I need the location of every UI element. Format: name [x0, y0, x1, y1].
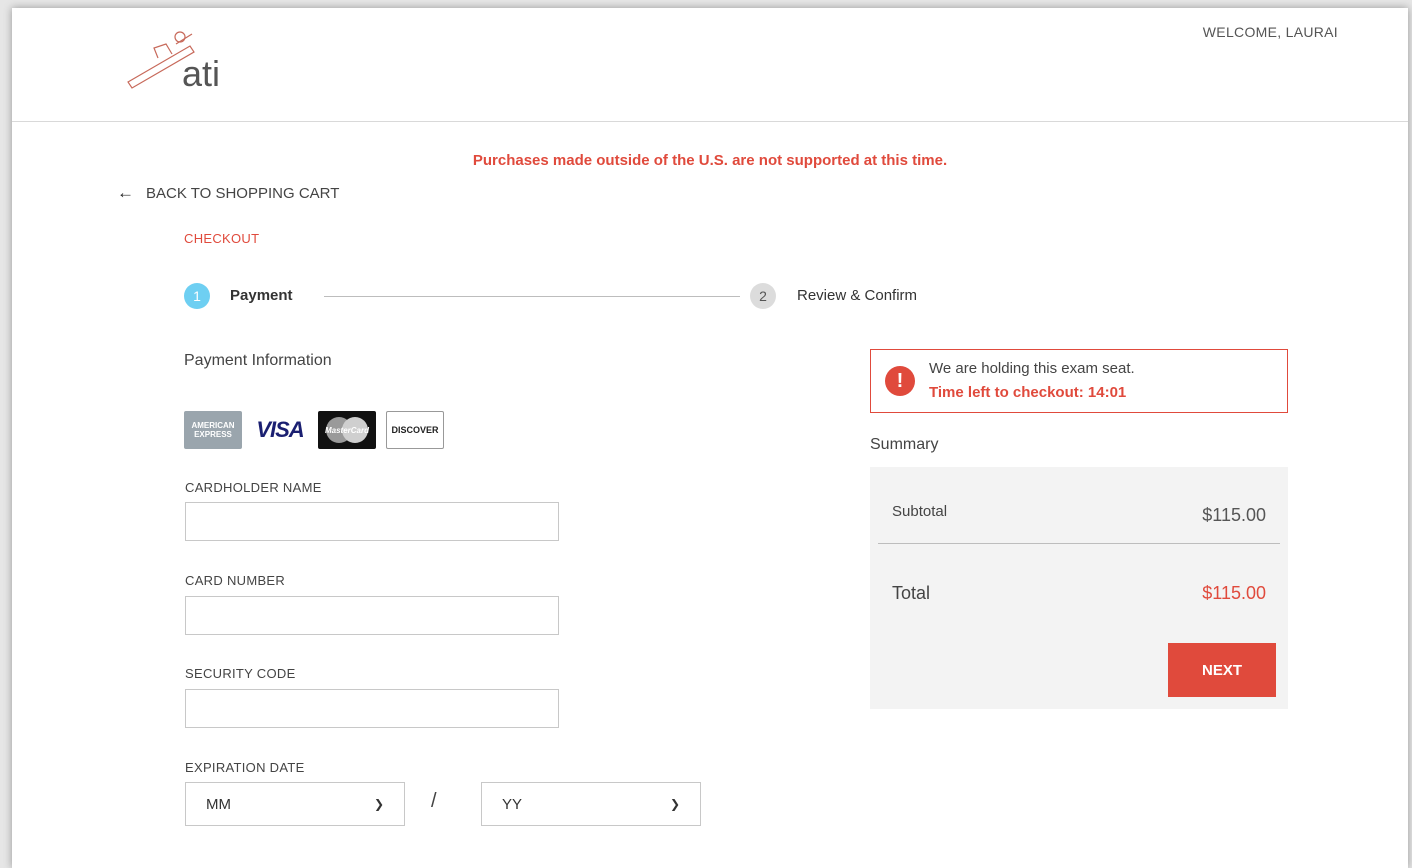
- exclamation-icon: !: [885, 366, 915, 396]
- page-frame: ati WELCOME, LAURAI Purchases made outsi…: [12, 8, 1408, 868]
- expiration-month-select[interactable]: MM ❯: [185, 782, 405, 826]
- payment-info-title: Payment Information: [184, 352, 332, 369]
- summary-title: Summary: [870, 436, 939, 453]
- back-to-cart-label: BACK TO SHOPPING CART: [146, 184, 340, 202]
- ati-logo-icon: ati: [127, 31, 220, 94]
- discover-icon: DISCOVER: [386, 411, 444, 449]
- security-code-input[interactable]: [185, 689, 559, 728]
- order-summary: Subtotal $115.00 Total $115.00 NEXT: [870, 467, 1288, 709]
- next-button[interactable]: NEXT: [1168, 643, 1276, 697]
- year-selected-value: YY: [502, 795, 523, 813]
- ati-logo[interactable]: ati: [120, 24, 260, 94]
- amex-icon: AMERICAN EXPRESS: [184, 411, 242, 449]
- accepted-cards: AMERICAN EXPRESS VISA MasterCard DISCOVE…: [184, 410, 454, 450]
- region-warning: Purchases made outside of the U.S. are n…: [472, 152, 948, 169]
- total-value: $115.00: [1202, 583, 1266, 603]
- step-2-label: Review & Confirm: [797, 287, 918, 304]
- card-number-input[interactable]: [185, 596, 559, 635]
- ati-logo-text: ati: [182, 53, 220, 94]
- chevron-down-icon: ❯: [373, 797, 384, 811]
- security-code-label: SECURITY CODE: [185, 666, 296, 681]
- expiration-year-select[interactable]: YY ❯: [481, 782, 701, 826]
- cardholder-name-input[interactable]: [185, 502, 559, 541]
- mastercard-icon: MasterCard: [318, 411, 376, 449]
- visa-icon: VISA: [256, 417, 304, 442]
- step-1-number: 1: [184, 283, 210, 309]
- checkout-stepper: 1 Payment 2 Review & Confirm: [184, 283, 964, 311]
- step-2-number: 2: [750, 283, 776, 309]
- cardholder-name-label: CARDHOLDER NAME: [185, 480, 322, 495]
- subtotal-value: $115.00: [1202, 505, 1266, 525]
- summary-divider: [878, 543, 1280, 544]
- subtotal-label: Subtotal: [892, 503, 948, 520]
- date-separator: /: [431, 790, 437, 812]
- seat-hold-message: We are holding this exam seat.: [929, 360, 1135, 377]
- month-selected-value: MM: [206, 795, 231, 813]
- card-number-label: CARD NUMBER: [185, 573, 286, 588]
- site-header: ati WELCOME, LAURAI: [12, 8, 1408, 122]
- seat-hold-alert: ! We are holding this exam seat. Time le…: [870, 349, 1288, 413]
- step-1-label: Payment: [230, 287, 293, 304]
- back-to-cart-link[interactable]: ← BACK TO SHOPPING CART: [117, 183, 339, 203]
- chevron-down-icon: ❯: [669, 797, 680, 811]
- welcome-user[interactable]: WELCOME, LAURAI: [1203, 24, 1338, 40]
- checkout-countdown: Time left to checkout: 14:01: [929, 384, 1127, 401]
- checkout-label: CHECKOUT: [184, 231, 260, 246]
- arrow-left-icon: ←: [117, 183, 134, 202]
- total-label: Total: [892, 583, 931, 603]
- expiration-date-label: EXPIRATION DATE: [185, 760, 305, 775]
- step-connector: [324, 296, 740, 297]
